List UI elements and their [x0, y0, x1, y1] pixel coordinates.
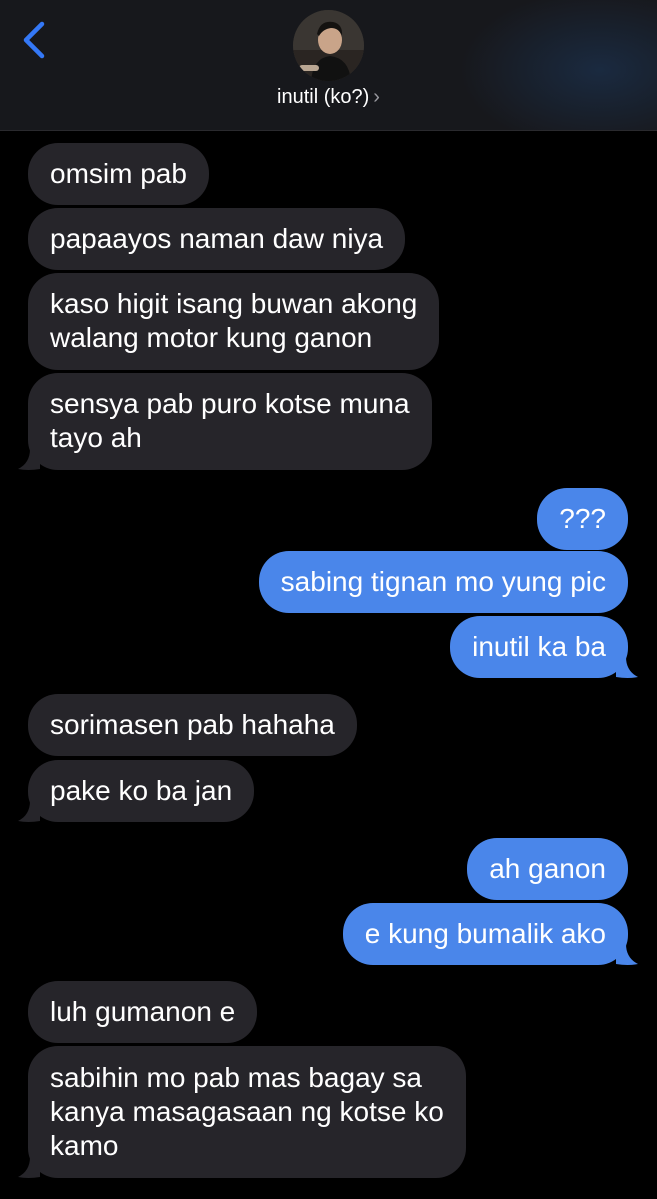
chevron-right-icon: ›: [373, 86, 380, 108]
sent-message[interactable]: inutil ka ba: [450, 616, 628, 678]
contact-avatar[interactable]: [293, 10, 364, 81]
sent-message[interactable]: ah ganon: [467, 838, 628, 900]
bubble-tail: [18, 449, 40, 470]
contact-name: inutil (ko?): [277, 86, 370, 108]
received-message[interactable]: omsim pab: [28, 143, 209, 205]
avatar-photo: [293, 10, 364, 81]
bubble-tail: [616, 657, 638, 678]
sent-message[interactable]: e kung bumalik ako: [342, 903, 628, 965]
received-message[interactable]: luh gumanon e: [28, 981, 258, 1043]
contact-name-button[interactable]: inutil (ko?) ›: [0, 86, 657, 109]
bubble-tail: [18, 801, 40, 822]
received-message[interactable]: pake ko ba jan: [28, 760, 255, 822]
chevron-left-icon: [23, 21, 45, 59]
sent-message[interactable]: ???: [537, 488, 628, 550]
bubble-tail: [18, 1157, 40, 1178]
received-message[interactable]: sensya pab puro kotse muna tayo ah: [28, 373, 432, 470]
message-thread[interactable]: omsim pab papaayos naman daw niya kaso h…: [0, 131, 657, 1199]
received-message[interactable]: kaso higit isang buwan akong walang moto…: [28, 273, 440, 370]
received-message[interactable]: sabihin mo pab mas bagay sa kanya masaga…: [28, 1046, 466, 1178]
bubble-tail: [616, 944, 638, 965]
received-message[interactable]: sorimasen pab hahaha: [28, 694, 357, 756]
sent-message[interactable]: sabing tignan mo yung pic: [258, 551, 628, 613]
received-message[interactable]: papaayos naman daw niya: [28, 208, 406, 270]
conversation-header: inutil (ko?) ›: [0, 0, 657, 131]
back-button[interactable]: [18, 18, 58, 62]
